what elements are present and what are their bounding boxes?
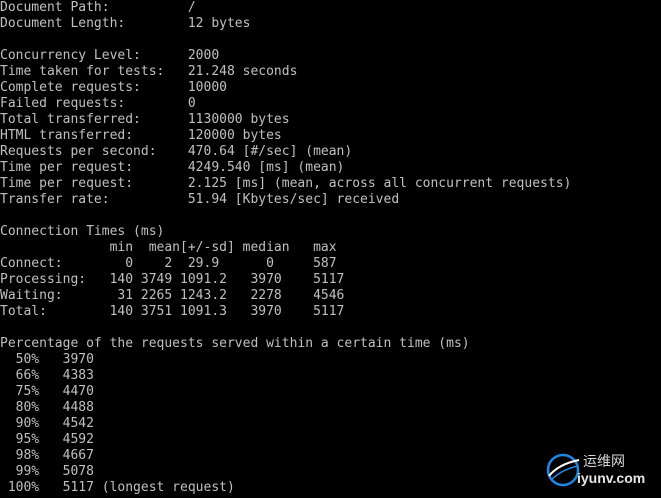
console-line: Connection Times (ms) <box>0 224 165 239</box>
console-line: Time per request: 2.125 [ms] (mean, acro… <box>0 176 572 191</box>
console-line: min mean[+/-sd] median max <box>0 240 337 255</box>
console-line: 99% 5078 <box>0 464 94 479</box>
watermark-url-text: iyunv.com <box>577 470 646 486</box>
console-line: Waiting: 31 2265 1243.2 2278 4546 <box>0 288 345 303</box>
console-line: Percentage of the requests served within… <box>0 336 470 351</box>
globe-logo-icon <box>546 453 580 487</box>
console-line: Processing: 140 3749 1091.2 3970 5117 <box>0 272 345 287</box>
console-line: Time taken for tests: 21.248 seconds <box>0 64 298 79</box>
console-line: Time per request: 4249.540 [ms] (mean) <box>0 160 345 175</box>
console-line: 90% 4542 <box>0 416 94 431</box>
console-output: Document Path: / Document Length: 12 byte… <box>0 0 661 498</box>
console-line: Connect: 0 2 29.9 0 587 <box>0 256 337 271</box>
console-line: Total transferred: 1130000 bytes <box>0 112 290 127</box>
console-line: Requests per second: 470.64 [#/sec] (mea… <box>0 144 353 159</box>
console-line: 50% 3970 <box>0 352 94 367</box>
console-line: 100% 5117 (longest request) <box>0 480 235 495</box>
site-watermark: 运维网 iyunv.com <box>545 448 655 492</box>
console-line: HTML transferred: 120000 bytes <box>0 128 282 143</box>
console-line: 66% 4383 <box>0 368 94 383</box>
console-line: 80% 4488 <box>0 400 94 415</box>
console-line: Complete requests: 10000 <box>0 80 227 95</box>
watermark-chinese-text: 运维网 <box>583 454 625 470</box>
console-line: Document Path: / <box>0 0 196 15</box>
console-line: Transfer rate: 51.94 [Kbytes/sec] receiv… <box>0 192 400 207</box>
console-line: 95% 4592 <box>0 432 94 447</box>
console-line: Concurrency Level: 2000 <box>0 48 220 63</box>
console-line: Failed requests: 0 <box>0 96 196 111</box>
console-line: 75% 4470 <box>0 384 94 399</box>
console-line: Document Length: 12 bytes <box>0 16 251 31</box>
console-line: 98% 4667 <box>0 448 94 463</box>
console-line: Total: 140 3751 1091.3 3970 5117 <box>0 304 345 319</box>
